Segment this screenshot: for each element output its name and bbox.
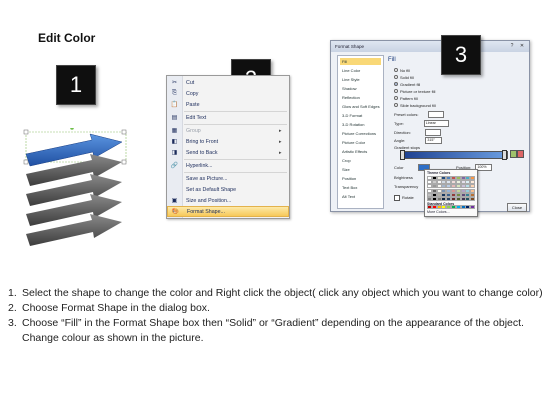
format-shape-dialog: Format Shape ? ✕ Fill Line Color Line St… [330, 40, 530, 217]
category-picture-color[interactable]: Picture Color [340, 139, 381, 146]
direction-row[interactable]: Direction: [394, 129, 441, 136]
remove-stop-icon[interactable] [517, 150, 524, 158]
radio-slide-bg-fill[interactable]: Slide background fill [394, 102, 436, 108]
category-text-box[interactable]: Text Box [340, 184, 381, 191]
help-icon[interactable]: ? [508, 43, 516, 50]
category-artistic-effects[interactable]: Artistic Effects [340, 148, 381, 155]
instructions: 1. Select the shape to change the color a… [8, 286, 548, 346]
angle-row[interactable]: Angle: 315° [394, 137, 443, 144]
fill-heading: Fill [388, 57, 396, 63]
category-position[interactable]: Position [340, 175, 381, 182]
group-icon: ▦ [171, 128, 178, 134]
copy-icon: ⎘ [172, 90, 177, 96]
category-3d-rotation[interactable]: 3-D Rotation [340, 121, 381, 128]
close-button[interactable]: Close [507, 203, 527, 212]
bring-front-icon: ◧ [171, 139, 178, 145]
add-stop-icon[interactable] [510, 150, 517, 158]
menu-item-save-as-picture[interactable]: Save as Picture... [167, 173, 289, 184]
dialog-title: Format Shape [331, 41, 529, 52]
category-line-color[interactable]: Line Color [340, 67, 381, 74]
submenu-arrow-icon: ▸ [279, 138, 282, 145]
size-position-icon: ▣ [171, 198, 178, 204]
menu-item-send-to-back[interactable]: ◨ Send to Back ▸ [167, 147, 289, 158]
gradient-stop-left[interactable] [400, 150, 405, 160]
category-crop[interactable]: Crop [340, 157, 381, 164]
brightness-row[interactable]: Brightness [394, 174, 413, 181]
menu-item-size-position[interactable]: ▣ Size and Position... [167, 195, 289, 206]
menu-item-cut[interactable]: ✂ Cut [167, 77, 289, 88]
transparency-row[interactable]: Transparency [394, 183, 418, 190]
hyperlink-icon: 🔗 [170, 163, 179, 169]
category-alt-text[interactable]: Alt Text [340, 193, 381, 200]
rotate-handle [70, 128, 74, 130]
menu-item-paste[interactable]: 📋 Paste [167, 99, 289, 110]
format-shape-icon: 🎨 [171, 209, 180, 215]
category-shadow[interactable]: Shadow [340, 85, 381, 92]
standard-color-swatch[interactable] [470, 205, 476, 209]
more-colors-link[interactable]: More Colors... [427, 210, 450, 214]
type-row[interactable]: Type: Linear [394, 120, 449, 127]
category-list: Fill Line Color Line Style Shadow Reflec… [337, 55, 384, 209]
instruction-step-1: 1. Select the shape to change the color a… [8, 287, 543, 299]
radio-solid-fill[interactable]: Solid fill [394, 74, 414, 80]
menu-item-group[interactable]: ▦ Group ▸ [167, 125, 289, 136]
submenu-arrow-icon: ▸ [279, 127, 282, 134]
close-icon[interactable]: ✕ [518, 43, 526, 50]
radio-no-fill[interactable]: No fill [394, 67, 410, 73]
arrow-shapes-group[interactable] [22, 128, 140, 248]
instruction-step-2: 2. Choose Format Shape in the dialog box. [8, 302, 210, 314]
submenu-arrow-icon: ▸ [279, 149, 282, 156]
radio-picture-fill[interactable]: Picture or texture fill [394, 88, 435, 94]
scissors-icon: ✂ [171, 80, 178, 86]
menu-item-copy[interactable]: ⎘ Copy [167, 88, 289, 99]
send-back-icon: ◨ [171, 150, 178, 156]
radio-pattern-fill[interactable]: Pattern fill [394, 95, 418, 101]
edit-text-icon: ▤ [171, 115, 178, 121]
color-swatch[interactable] [470, 197, 476, 201]
step-badge-1: 1 [56, 65, 96, 105]
menu-item-bring-to-front[interactable]: ◧ Bring to Front ▸ [167, 136, 289, 147]
menu-item-format-shape[interactable]: 🎨 Format Shape... [167, 206, 289, 217]
category-picture-corrections[interactable]: Picture Corrections [340, 130, 381, 137]
category-3d-format[interactable]: 3-D Format [340, 112, 381, 119]
context-menu: ✂ Cut ⎘ Copy 📋 Paste ▤ Edit Text ▦ Group ▸ ◧ Br… [166, 75, 290, 219]
menu-item-set-default-shape[interactable]: Set as Default Shape [167, 184, 289, 195]
category-line-style[interactable]: Line Style [340, 76, 381, 83]
category-glow[interactable]: Glow and Soft Edges [340, 103, 381, 110]
gradient-bar[interactable] [400, 151, 508, 159]
color-picker-popup: Theme Colors Standard Colors More Colors… [424, 169, 478, 217]
preset-colors-row[interactable]: Preset colors: [394, 111, 445, 118]
instruction-step-3: 3. Choose “Fill” in the Format Shape box … [8, 317, 524, 344]
radio-gradient-fill[interactable]: Gradient fill [394, 81, 420, 87]
paste-icon: 📋 [170, 102, 179, 108]
rotate-row[interactable]: Rotate [394, 194, 414, 201]
gradient-stops-label: Gradient stops [394, 145, 421, 150]
category-size[interactable]: Size [340, 166, 381, 173]
gradient-stop-right[interactable] [502, 150, 507, 160]
category-fill[interactable]: Fill [340, 58, 381, 65]
page-title: Edit Color [38, 31, 96, 45]
menu-item-edit-text[interactable]: ▤ Edit Text [167, 112, 289, 123]
menu-item-hyperlink[interactable]: 🔗 Hyperlink... [167, 160, 289, 171]
category-reflection[interactable]: Reflection [340, 94, 381, 101]
step-badge-3: 3 [441, 35, 481, 75]
